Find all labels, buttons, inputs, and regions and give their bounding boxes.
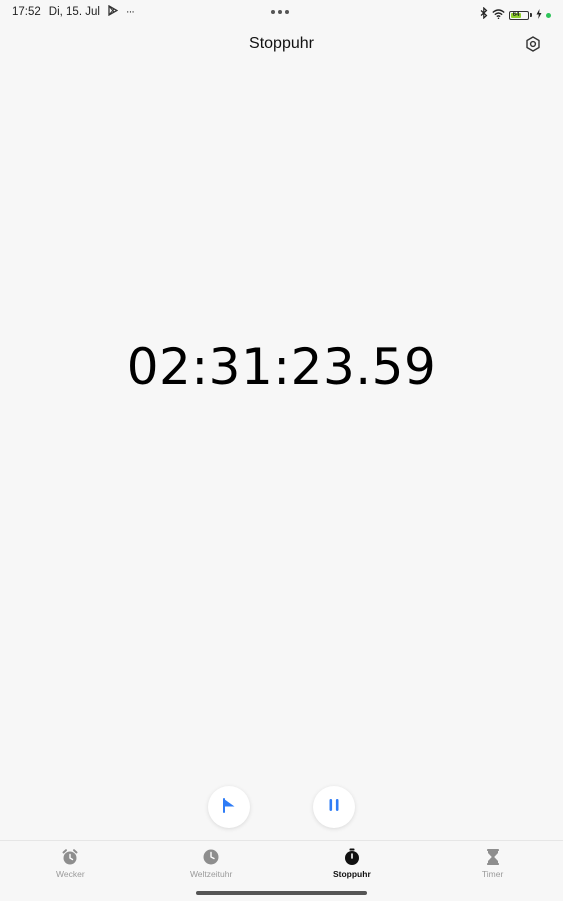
nav-label: Stoppuhr: [332, 869, 371, 879]
lap-button[interactable]: [208, 786, 250, 828]
charging-icon: [536, 6, 542, 24]
nav-label: Wecker: [56, 869, 85, 879]
status-date: Di, 15. Jul: [48, 6, 100, 18]
status-bar: 17:52 Di, 15. Jul ··· 64: [0, 0, 563, 24]
page-title: Stoppuhr: [249, 35, 314, 52]
nav-item-wecker[interactable]: Wecker: [0, 841, 141, 901]
hourglass-icon: [484, 848, 502, 866]
status-more-icon: ···: [125, 6, 135, 18]
status-time: 17:52: [12, 6, 41, 18]
status-left: 17:52 Di, 15. Jul ···: [12, 4, 135, 19]
flag-icon: [222, 797, 236, 818]
multitask-dots-icon[interactable]: [271, 10, 289, 14]
stopwatch-icon: [343, 848, 361, 866]
stopwatch-time: 02:31:23.59: [126, 338, 437, 396]
alarm-clock-icon: [61, 848, 79, 866]
home-indicator[interactable]: [196, 891, 367, 895]
battery-icon: 64: [509, 10, 532, 20]
status-right: 64: [480, 6, 551, 24]
settings-button[interactable]: [521, 34, 545, 58]
nav-label: Weltzeituhr: [189, 869, 233, 879]
privacy-indicator-icon: [546, 12, 551, 18]
battery-level: 64: [511, 11, 522, 18]
pause-button[interactable]: [313, 786, 355, 828]
settings-icon: [525, 35, 541, 57]
wifi-icon: [492, 6, 505, 24]
pause-icon: [327, 798, 341, 817]
clock-icon: [202, 848, 220, 866]
play-store-icon: [108, 4, 119, 19]
nav-item-timer[interactable]: Timer: [422, 841, 563, 901]
nav-label: Timer: [481, 869, 504, 879]
bluetooth-icon: [480, 6, 488, 24]
